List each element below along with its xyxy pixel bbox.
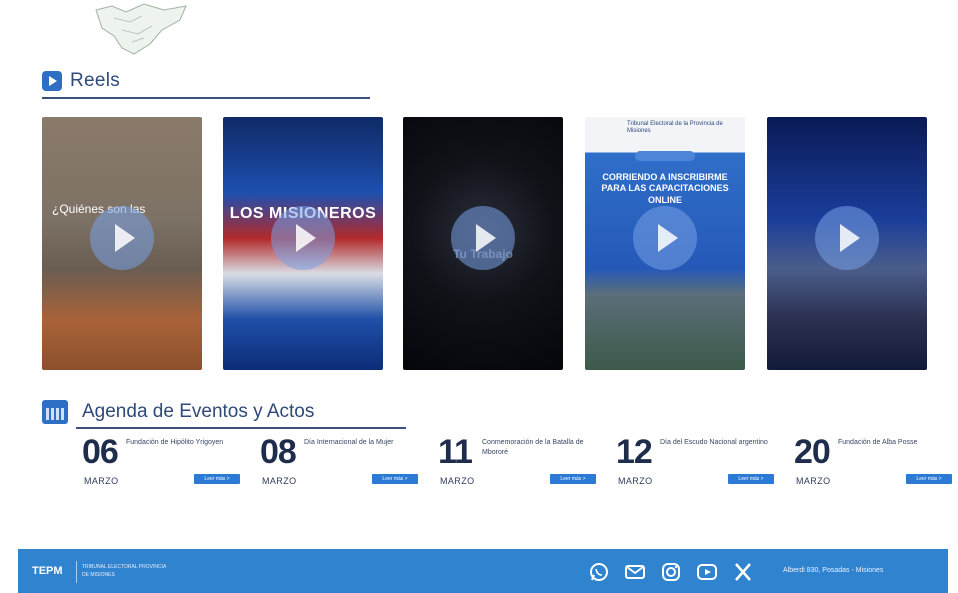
- play-icon[interactable]: [815, 206, 879, 271]
- event-item: 20 Fundación de Alba Posse MARZO Leer má…: [794, 434, 954, 490]
- event-item: 08 Día Internacional de la Mujer MARZO L…: [260, 434, 420, 490]
- play-icon[interactable]: [451, 206, 515, 271]
- event-item: 06 Fundación de Hipólito Yrigoyen MARZO …: [82, 434, 242, 490]
- reel-pill: [635, 151, 695, 161]
- agenda-title: Agenda de Eventos y Actos: [82, 401, 315, 422]
- x-icon[interactable]: [732, 561, 754, 583]
- calendar-icon: [42, 400, 68, 424]
- event-day: 06: [82, 433, 119, 471]
- agenda-divider: [76, 427, 406, 429]
- event-day: 08: [260, 433, 297, 471]
- whatsapp-icon[interactable]: [588, 561, 610, 583]
- footer-brand-subtitle: TRIBUNAL ELECTORAL PROVINCIA DE MISIONES: [82, 564, 167, 578]
- reels-title: Reels: [70, 70, 121, 91]
- reel-card-3[interactable]: Tu Trabajo: [403, 117, 563, 370]
- event-month: MARZO: [796, 476, 831, 486]
- reel-card-5[interactable]: [767, 117, 927, 370]
- read-more-button[interactable]: Leer más >: [194, 474, 240, 484]
- footer-separator: [76, 561, 77, 583]
- play-icon[interactable]: [90, 206, 154, 271]
- footer-address: Alberdi 830, Posadas - Misiones: [783, 567, 884, 574]
- event-item: 12 Día del Escudo Nacional argentino MAR…: [616, 434, 776, 490]
- footer-logo[interactable]: TEPM: [32, 565, 63, 577]
- map-fragment-image: [95, 3, 187, 55]
- event-name: Día del Escudo Nacional argentino: [660, 439, 768, 446]
- read-more-button[interactable]: Leer más >: [906, 474, 952, 484]
- event-month: MARZO: [618, 476, 653, 486]
- reels-play-icon: [42, 71, 62, 91]
- read-more-button[interactable]: Leer más >: [550, 474, 596, 484]
- youtube-icon[interactable]: [696, 561, 718, 583]
- event-name: Conmemoración de la Batalla de Mbororé: [482, 439, 584, 456]
- agenda-section-header: Agenda de Eventos y Actos: [42, 400, 314, 424]
- event-name: Día Internacional de la Mujer: [304, 439, 394, 446]
- read-more-button[interactable]: Leer más >: [372, 474, 418, 484]
- reel-header-text: Tribunal Electoral de la Provincia de Mi…: [627, 121, 723, 135]
- event-month: MARZO: [262, 476, 297, 486]
- email-icon[interactable]: [624, 561, 646, 583]
- event-name: Fundación de Hipólito Yrigoyen: [126, 439, 224, 446]
- event-day: 11: [438, 433, 473, 471]
- event-item: 11 Conmemoración de la Batalla de Mboror…: [438, 434, 598, 490]
- event-month: MARZO: [440, 476, 475, 486]
- event-name: Fundación de Alba Posse: [838, 439, 918, 446]
- reel-caption: CORRIENDO A INSCRIBIRME PARA LAS CAPACIT…: [601, 172, 729, 205]
- social-links: [588, 561, 754, 583]
- play-icon[interactable]: [271, 206, 335, 271]
- event-month: MARZO: [84, 476, 119, 486]
- read-more-button[interactable]: Leer más >: [728, 474, 774, 484]
- reels-section-header: Reels: [42, 70, 120, 92]
- instagram-icon[interactable]: [660, 561, 682, 583]
- reel-card-1[interactable]: ¿Quiénes son las: [42, 117, 202, 370]
- event-day: 20: [794, 433, 831, 471]
- site-footer: TEPM TRIBUNAL ELECTORAL PROVINCIA DE MIS…: [18, 549, 948, 593]
- event-day: 12: [616, 433, 653, 471]
- reel-card-4[interactable]: Tribunal Electoral de la Provincia de Mi…: [585, 117, 745, 370]
- reels-divider: [42, 97, 370, 99]
- play-icon[interactable]: [633, 206, 697, 271]
- reel-card-2[interactable]: LOS MISIONEROS: [223, 117, 383, 370]
